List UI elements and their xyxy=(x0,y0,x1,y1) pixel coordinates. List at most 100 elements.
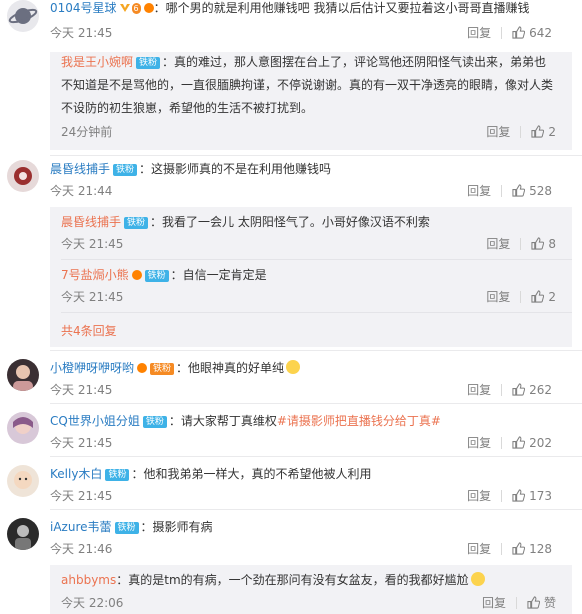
thumbs-up-icon xyxy=(531,237,545,250)
like-button[interactable]: 202 xyxy=(512,436,552,450)
divider xyxy=(50,350,582,351)
comment-time: 今天 21:46 xyxy=(50,542,113,556)
reply-list: ahbbyms：真的是tm的有病，一个劲在那问有没有女盆友，看的我都好尴尬 今天… xyxy=(50,565,572,614)
divider xyxy=(50,403,582,404)
reply-text: ：真的是tm的有病，一个劲在那问有没有女盆友，看的我都好尴尬 xyxy=(116,573,469,587)
divider xyxy=(50,456,582,457)
avatar[interactable] xyxy=(7,465,39,497)
divider xyxy=(520,291,522,303)
like-count: 2 xyxy=(548,125,556,139)
divider xyxy=(520,238,522,250)
thumbs-up-icon xyxy=(512,489,526,502)
like-count: 2 xyxy=(548,290,556,304)
avatar[interactable] xyxy=(7,160,39,192)
like-button[interactable]: 642 xyxy=(512,26,552,40)
like-button[interactable]: 128 xyxy=(512,542,552,556)
divider xyxy=(61,312,572,313)
person-photo-icon xyxy=(13,365,33,391)
more-replies-link[interactable]: 共4条回复 xyxy=(61,322,117,339)
thumbs-up-icon xyxy=(527,596,541,609)
like-button[interactable]: 2 xyxy=(531,290,556,304)
reply-button[interactable]: 回复 xyxy=(486,290,510,304)
comment-time: 今天 21:45 xyxy=(50,383,113,397)
divider xyxy=(501,543,503,555)
thumbs-up-icon xyxy=(512,26,526,39)
comment-text: ：他和我弟弟一样大，真的不希望他被人利用 xyxy=(131,467,372,481)
fan-icon xyxy=(143,3,154,13)
reply-button[interactable]: 回复 xyxy=(467,489,491,503)
reply-button[interactable]: 回复 xyxy=(486,125,510,139)
divider xyxy=(501,185,503,197)
like-count: 262 xyxy=(529,383,552,397)
like-count: 128 xyxy=(529,542,552,556)
person-photo-icon xyxy=(14,471,32,489)
divider xyxy=(50,509,582,510)
avatar-pattern-icon xyxy=(14,167,32,185)
fan-icon xyxy=(137,363,148,373)
reply-time: 24分钟前 xyxy=(61,125,113,139)
comment-text: ：这摄影师真的不是在利用他赚钱吗 xyxy=(139,162,332,176)
reply-button[interactable]: 回复 xyxy=(467,436,491,450)
level-badge: 6 xyxy=(131,3,141,14)
reply-user[interactable]: 7号盐焗小熊 xyxy=(61,268,129,282)
divider xyxy=(501,384,503,396)
avatar[interactable] xyxy=(7,412,39,444)
comment-time: 今天 21:45 xyxy=(50,489,113,503)
person-photo-icon xyxy=(13,417,33,434)
comment-user[interactable]: Kelly木白 xyxy=(50,467,102,481)
thumbs-up-icon xyxy=(531,290,545,303)
like-button[interactable]: 8 xyxy=(531,237,556,251)
thumbs-up-icon xyxy=(512,184,526,197)
reply-button[interactable]: 回复 xyxy=(467,542,491,556)
reply-button[interactable]: 回复 xyxy=(486,237,510,251)
divider xyxy=(501,437,503,449)
comment-user[interactable]: 0104号星球 xyxy=(50,1,117,15)
reply-text: 不知道是不是骂他的，一直很腼腆拘谨，不停说谢谢。真的有一双干净透亮的眼睛，像对人… xyxy=(61,78,554,92)
awkward-emoji-icon xyxy=(470,572,485,586)
like-button[interactable]: 2 xyxy=(531,125,556,139)
like-button[interactable]: 528 xyxy=(512,184,552,198)
fan-badge: 铁粉 xyxy=(105,469,130,481)
planet-icon xyxy=(8,8,38,24)
comment-text: ：请大家帮丁真维权 xyxy=(168,414,277,428)
like-count: 8 xyxy=(548,237,556,251)
reply-user[interactable]: 晨昏线捕手 xyxy=(61,215,121,229)
like-count: 528 xyxy=(529,184,552,198)
avatar[interactable] xyxy=(7,518,39,550)
reply-button[interactable]: 回复 xyxy=(467,383,491,397)
like-count: 642 xyxy=(529,26,552,40)
reply-user[interactable]: 我是王小婉啊 xyxy=(61,55,133,69)
fan-badge: 铁粉 xyxy=(142,416,167,428)
comment-user[interactable]: 晨昏线捕手 xyxy=(50,162,110,176)
like-button[interactable]: 173 xyxy=(512,489,552,503)
like-button[interactable]: 赞 xyxy=(527,596,556,610)
person-photo-icon xyxy=(15,525,31,550)
comment-user[interactable]: iAzure韦蕾 xyxy=(50,520,112,534)
divider xyxy=(501,490,503,502)
reply-user[interactable]: ahbbyms xyxy=(61,573,116,587)
divider xyxy=(501,27,503,39)
fan-badge: 铁粉 xyxy=(150,363,175,375)
fan-badge: 铁粉 xyxy=(144,270,169,282)
reply-text: ：自信一定肯定是 xyxy=(170,268,267,282)
comment-text: ：他眼神真的好单纯 xyxy=(176,361,285,375)
crying-emoji-icon xyxy=(286,360,301,374)
comment-text: ：摄影师有病 xyxy=(140,520,213,534)
like-count: 赞 xyxy=(543,596,556,610)
reply-button[interactable]: 回复 xyxy=(482,596,506,610)
like-button[interactable]: 262 xyxy=(512,383,552,397)
comment-user[interactable]: CQ世界小姐分姐 xyxy=(50,414,140,428)
comment-time: 今天 21:45 xyxy=(50,26,113,40)
comment-time: 今天 21:44 xyxy=(50,184,113,198)
comment-user[interactable]: 小橙咿呀咿呀哟 xyxy=(50,361,134,375)
thumbs-up-icon xyxy=(512,542,526,555)
avatar[interactable] xyxy=(7,359,39,391)
thumbs-up-icon xyxy=(512,383,526,396)
reply-button[interactable]: 回复 xyxy=(467,26,491,40)
like-count: 202 xyxy=(529,436,552,450)
like-count: 173 xyxy=(529,489,552,503)
reply-button[interactable]: 回复 xyxy=(467,184,491,198)
topic-link[interactable]: #请摄影师把直播钱分给丁真# xyxy=(277,414,441,428)
fan-badge: 铁粉 xyxy=(114,522,139,534)
avatar[interactable] xyxy=(7,0,39,32)
